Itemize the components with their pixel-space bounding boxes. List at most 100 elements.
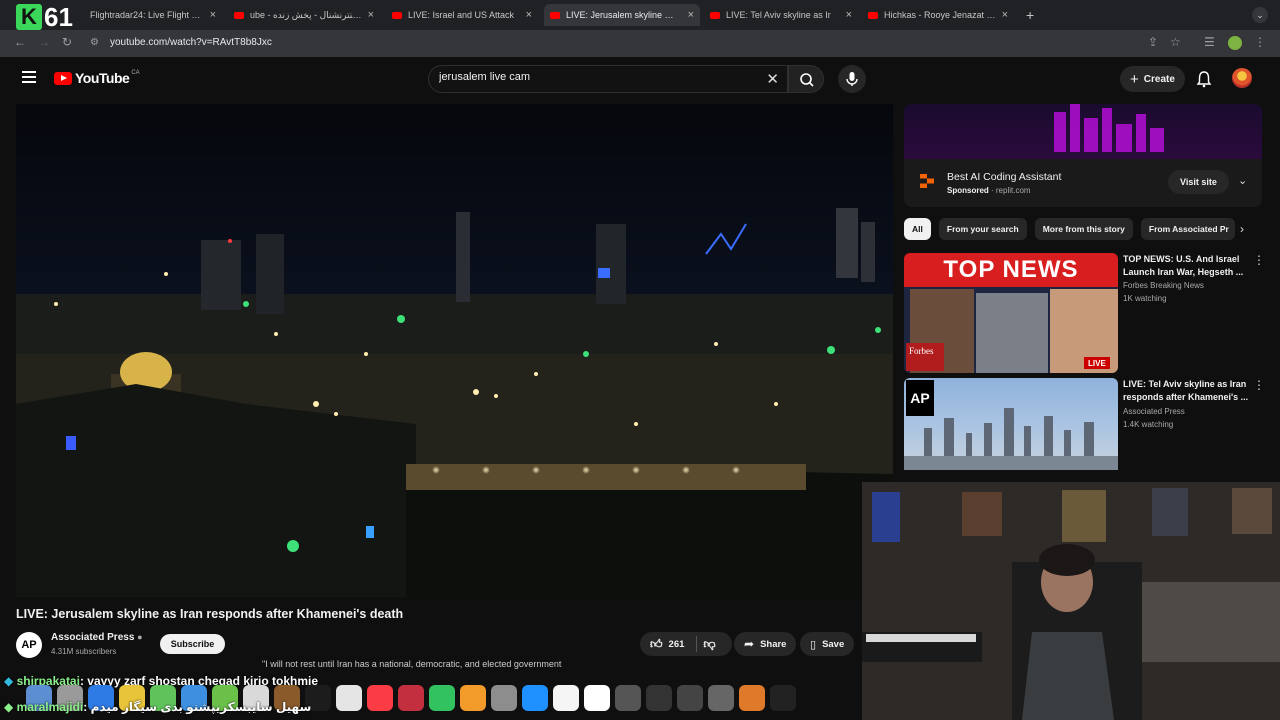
bell-icon	[1196, 71, 1212, 88]
extensions-icon[interactable]: ☰	[1204, 35, 1215, 49]
ad-card[interactable]: Best AI Coding Assistant Sponsored · rep…	[904, 104, 1262, 207]
clear-search-icon[interactable]: ✕	[766, 70, 779, 88]
chip-from-associated-press[interactable]: From Associated Pr	[1140, 218, 1235, 240]
channel-avatar[interactable]: AP	[16, 632, 42, 658]
video-player[interactable]	[16, 104, 893, 597]
browser-tab-bar: K 61 Flightradar24: Live Flight Trac × u…	[0, 0, 1280, 32]
url-field[interactable]: youtube.com/watch?v=RAvtT8b8Jxc	[110, 37, 272, 48]
bookmark-icon: ▯	[810, 638, 817, 651]
close-icon[interactable]: ×	[996, 9, 1008, 21]
tab-search-icon[interactable]: ⌄	[1252, 7, 1268, 23]
sponsored-label: Sponsored	[947, 186, 989, 195]
rec-title[interactable]: LIVE: Tel Aviv skyline as Iran responds …	[1123, 378, 1251, 404]
rec-thumbnail-tel-aviv[interactable]: AP	[904, 378, 1118, 470]
chip-from-your-search[interactable]: From your search	[938, 218, 1027, 240]
rec-title[interactable]: TOP NEWS: U.S. And Israel Launch Iran Wa…	[1123, 253, 1251, 279]
youtube-favicon-icon	[710, 11, 720, 19]
music-icon[interactable]	[367, 685, 393, 711]
menu-dots-icon[interactable]: ⋮	[1254, 35, 1266, 49]
save-button[interactable]: ▯ Save	[800, 632, 855, 656]
obs-icon[interactable]	[677, 685, 703, 711]
ad-banner-image	[904, 104, 1262, 159]
youtube-logo[interactable]: YouTube CA	[54, 70, 140, 86]
youtube-favicon-icon	[550, 11, 560, 19]
notion-icon[interactable]	[553, 685, 579, 711]
app-store-icon[interactable]	[522, 685, 548, 711]
camera-app-icon[interactable]	[708, 685, 734, 711]
youtube-favicon-icon	[392, 11, 402, 19]
close-icon[interactable]: ×	[204, 9, 216, 21]
rec-thumbnail-top-news[interactable]: TOP NEWS Forbes LIVE	[904, 253, 1118, 373]
channel-name[interactable]: Associated Press ●	[51, 632, 143, 643]
search-box: ✕	[428, 65, 788, 93]
close-icon[interactable]: ×	[520, 9, 532, 21]
visit-site-button[interactable]: Visit site	[1168, 170, 1229, 194]
close-icon[interactable]: ×	[682, 9, 694, 21]
tab-tel-aviv-skyline[interactable]: LIVE: Tel Aviv skyline as Ir ×	[704, 4, 858, 26]
rec-channel[interactable]: Associated Press	[1123, 407, 1185, 416]
thumbnail-smoke-image	[976, 293, 1048, 373]
calendar-icon[interactable]	[336, 685, 362, 711]
tab-jerusalem-skyline[interactable]: LIVE: Jerusalem skyline as Ira ×	[544, 4, 700, 26]
capcut-icon[interactable]	[770, 685, 796, 711]
like-count: 261	[668, 638, 685, 650]
tab-israel-us-attack[interactable]: LIVE: Israel and US Attack ×	[386, 4, 538, 26]
streamer-webcam-overlay	[862, 482, 1280, 720]
chat-text: : سهیل سایبسکریپشنو بدی سیگار میدم	[83, 700, 312, 714]
search-input[interactable]	[439, 71, 739, 83]
tab-title: LIVE: Israel and US Attack	[408, 10, 515, 20]
tab-flightradar[interactable]: Flightradar24: Live Flight Trac ×	[84, 4, 222, 26]
audio-app-icon[interactable]	[646, 685, 672, 711]
fl-studio-icon[interactable]	[739, 685, 765, 711]
forward-icon[interactable]: →	[38, 35, 50, 49]
tab-iran-international[interactable]: ube - ایران اینترنشنال - پخش زنده ×	[228, 4, 380, 26]
youtube-favicon-icon	[868, 11, 878, 19]
activity-monitor-icon[interactable]	[615, 685, 641, 711]
notifications-button[interactable]	[1196, 70, 1212, 93]
news-icon[interactable]	[398, 685, 424, 711]
tab-hichkas[interactable]: Hichkas - Rooye Jenazat Mi ×	[862, 4, 1014, 26]
tab-title: LIVE: Tel Aviv skyline as Ir	[726, 10, 831, 20]
youtube-favicon-icon	[234, 11, 244, 19]
verified-icon: ●	[137, 632, 143, 642]
close-icon[interactable]: ×	[840, 9, 852, 21]
close-icon[interactable]: ×	[362, 9, 374, 21]
more-options-icon[interactable]: ⋮	[1253, 253, 1265, 267]
rec-watching-count: 1.4K watching	[1123, 420, 1174, 429]
account-avatar[interactable]	[1232, 68, 1252, 88]
reload-icon[interactable]: ↻	[62, 35, 72, 49]
install-icon[interactable]: ⇪	[1148, 35, 1158, 49]
share-button[interactable]: ➦ Share	[734, 632, 797, 656]
chip-all[interactable]: All	[904, 218, 931, 240]
more-options-icon[interactable]: ⋮	[1253, 378, 1265, 392]
numbers-icon[interactable]	[429, 685, 455, 711]
share-label: Share	[760, 638, 787, 650]
divider	[696, 636, 698, 652]
hamburger-menu-icon[interactable]	[22, 71, 36, 86]
voice-search-button[interactable]	[838, 65, 866, 93]
ap-badge: AP	[906, 380, 934, 416]
dislike-button[interactable]: 👎︎	[703, 637, 715, 652]
chip-more-from-this-story[interactable]: More from this story	[1034, 218, 1133, 240]
share-arrow-icon: ➦	[744, 637, 755, 651]
site-settings-icon[interactable]: ⚙	[90, 37, 99, 48]
like-button[interactable]: 👍︎ 261	[650, 637, 684, 652]
system-settings-icon[interactable]	[491, 685, 517, 711]
rec-channel[interactable]: Forbes Breaking News	[1123, 281, 1204, 290]
new-tab-button[interactable]: +	[1020, 4, 1040, 26]
jerusalem-night-skyline-image	[16, 104, 893, 597]
back-icon[interactable]: ←	[14, 35, 26, 49]
pages-icon[interactable]	[460, 685, 486, 711]
notion-calendar-icon[interactable]	[584, 685, 610, 711]
video-title: LIVE: Jerusalem skyline as Iran responds…	[16, 607, 404, 621]
chat-badge-icon: ◆	[4, 700, 14, 714]
ad-domain: replit.com	[995, 186, 1031, 195]
search-button[interactable]	[788, 65, 824, 93]
create-button[interactable]: + Create	[1120, 66, 1185, 92]
bookmark-star-icon[interactable]: ☆	[1170, 35, 1181, 49]
chevron-right-icon[interactable]: ›	[1240, 222, 1244, 236]
subscribe-button[interactable]: Subscribe	[160, 634, 225, 654]
chevron-down-icon[interactable]: ⌄	[1238, 174, 1247, 187]
tab-title: ube - ایران اینترنشنال - پخش زنده	[250, 9, 362, 20]
profile-icon[interactable]	[1228, 36, 1242, 50]
